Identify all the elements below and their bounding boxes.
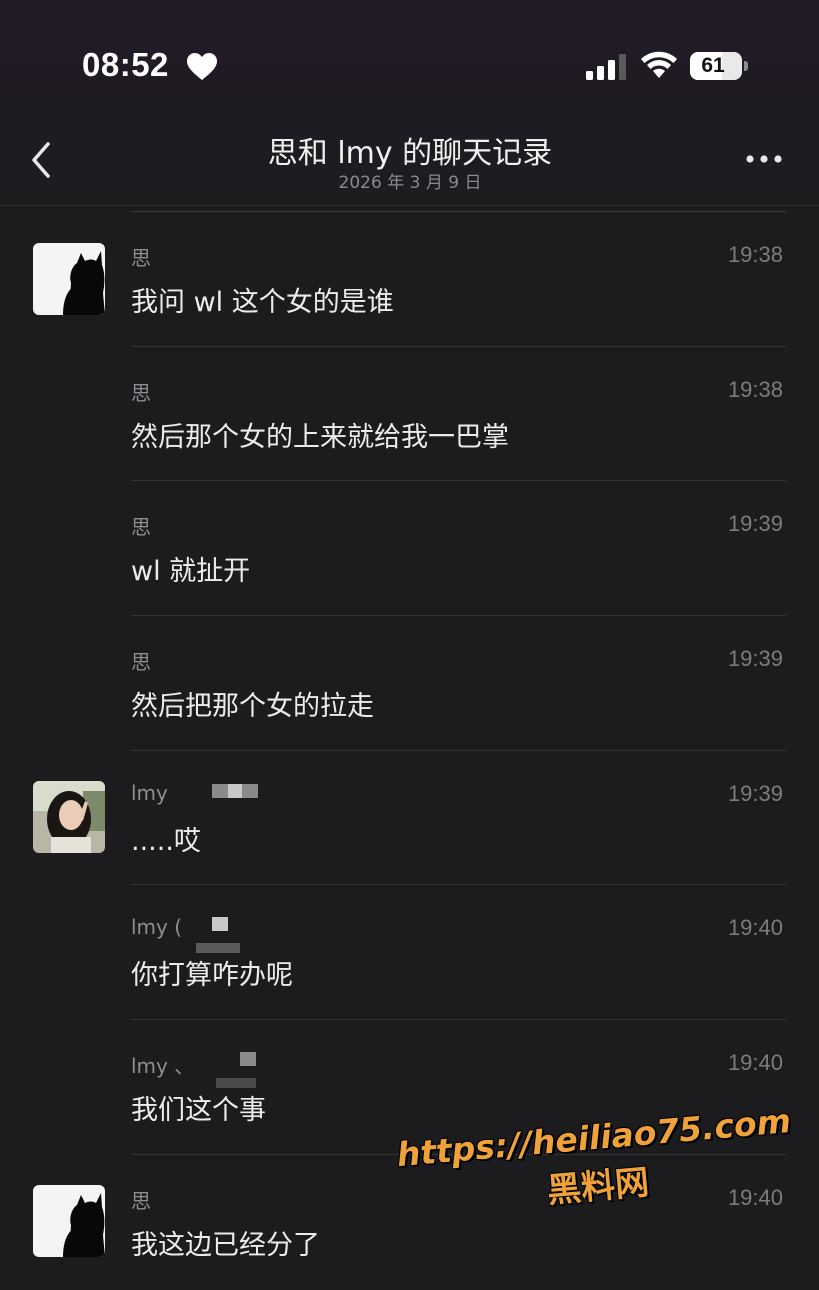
top-bar: 08:52 61 思和 lmy 的聊天记录 2026 年 3 月 9 日: [0, 0, 819, 206]
message-text[interactable]: 我问 wl 这个女的是谁: [131, 280, 394, 319]
redaction-mosaic: [212, 784, 228, 798]
sender-name: 思: [131, 650, 151, 674]
message-text[interactable]: 我们这个事: [131, 1088, 266, 1127]
message-time: 19:40: [727, 915, 783, 940]
message-row[interactable]: 思 19:38 我问 wl 这个女的是谁: [0, 212, 819, 347]
redaction-mosaic: [240, 1052, 256, 1066]
wifi-icon: [641, 51, 677, 78]
cellular-signal-icon: [586, 54, 626, 80]
message-row[interactable]: 思 19:39 wl 就扯开: [0, 481, 819, 616]
redaction-mosaic: [212, 917, 228, 931]
redaction-mosaic: [216, 1078, 256, 1088]
redaction-mosaic: [242, 784, 258, 798]
black-cat-avatar[interactable]: [33, 243, 105, 315]
more-options-icon[interactable]: [744, 152, 784, 166]
message-row[interactable]: 思 19:39 然后把那个女的拉走: [0, 616, 819, 751]
redaction-mosaic: [196, 943, 240, 953]
battery-indicator: 61: [690, 52, 742, 80]
battery-cap: [744, 61, 748, 71]
message-time: 19:38: [727, 377, 783, 402]
sender-name: lmy: [131, 781, 168, 805]
heart-icon: [187, 53, 217, 80]
chat-date: 2026 年 3 月 9 日: [338, 173, 482, 193]
status-time: 08:52: [82, 46, 169, 83]
message-time: 19:39: [727, 781, 783, 806]
message-text[interactable]: 然后那个女的上来就给我一巴掌: [131, 415, 509, 454]
sender-name: lmy (: [131, 915, 183, 939]
sender-name: 思: [131, 246, 151, 270]
message-text[interactable]: .....哎: [131, 819, 201, 858]
black-cat-avatar[interactable]: [33, 1185, 105, 1257]
sender-name: lmy 、: [131, 1054, 195, 1078]
message-time: 19:40: [727, 1050, 783, 1075]
message-text[interactable]: 你打算咋办呢: [131, 953, 293, 992]
sender-name: 思: [131, 1189, 151, 1213]
message-time: 19:39: [727, 646, 783, 671]
sender-name: 思: [131, 515, 151, 539]
message-row[interactable]: 思 19:38 然后那个女的上来就给我一巴掌: [0, 347, 819, 482]
battery-percentage: 61: [701, 54, 725, 77]
message-time: 19:39: [727, 511, 783, 536]
message-row[interactable]: lmy 19:39 .....哎: [0, 751, 819, 886]
girl-photo-avatar[interactable]: [33, 781, 105, 853]
message-text[interactable]: 然后把那个女的拉走: [131, 684, 374, 723]
message-row[interactable]: lmy ( 19:40 你打算咋办呢: [0, 885, 819, 1020]
sender-name: 思: [131, 381, 151, 405]
message-text[interactable]: wl 就扯开: [131, 549, 250, 588]
message-text[interactable]: 我这边已经分了: [131, 1223, 320, 1262]
back-chevron-icon[interactable]: [28, 140, 56, 180]
page-title: 思和 lmy 的聊天记录: [267, 136, 553, 171]
message-time: 19:38: [727, 242, 783, 267]
